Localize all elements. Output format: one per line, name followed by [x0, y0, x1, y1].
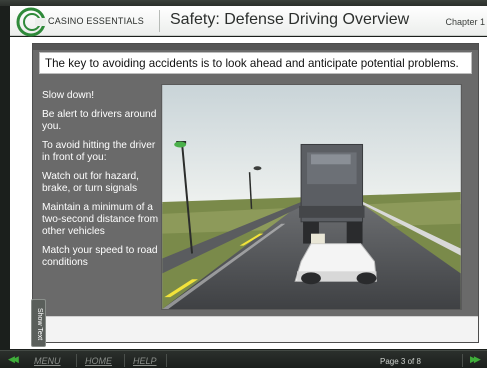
bullet-item: Maintain a minimum of a two-second dista… [42, 202, 159, 237]
course-title: Safety: Defense Driving Overview [170, 11, 410, 28]
bullet-item: Slow down! [42, 90, 95, 101]
help-link[interactable]: HELP [133, 356, 157, 366]
menu-link[interactable]: MENU [34, 356, 61, 366]
nav-separator [124, 354, 125, 367]
road-scene-illustration [161, 84, 462, 310]
show-text-label: Show Text [36, 307, 43, 341]
slide-top-strip [33, 44, 478, 50]
next-double-chevron-icon[interactable]: ▶▶ [470, 354, 481, 365]
slide-headline: The key to avoiding accidents is to look… [45, 57, 459, 70]
nav-separator [76, 354, 77, 367]
header-divider [159, 10, 160, 32]
content-frame: The key to avoiding accidents is to look… [10, 37, 487, 349]
headline-box: The key to avoiding accidents is to look… [39, 52, 472, 74]
bullet-item: Be alert to drivers around you. [42, 109, 157, 132]
nav-separator [462, 354, 463, 367]
bullet-item: Match your speed to road conditions [42, 245, 158, 268]
brand-logo-icon [16, 7, 46, 37]
page-indicator: Page 3 of 8 [380, 357, 421, 366]
bullet-item: Watch out for hazard, brake, or turn sig… [42, 171, 140, 194]
navigation-bar: ◀◀ MENU HOME HELP Page 3 of 8 ▶▶ [0, 350, 487, 368]
nav-separator [166, 354, 167, 367]
bullet-item: To avoid hitting the driver in front of … [42, 140, 156, 163]
brand-name: CASINO ESSENTIALS [48, 16, 144, 26]
show-text-tab[interactable]: Show Text [31, 299, 46, 347]
slide-footer [33, 316, 478, 342]
header: CASINO ESSENTIALS Safety: Defense Drivin… [10, 6, 487, 37]
bullet-list: Slow down! Be alert to drivers around yo… [42, 90, 162, 276]
slide: The key to avoiding accidents is to look… [32, 43, 479, 343]
prev-double-chevron-icon[interactable]: ◀◀ [8, 354, 19, 365]
chapter-label: Chapter 1 [445, 17, 485, 27]
home-link[interactable]: HOME [85, 356, 112, 366]
